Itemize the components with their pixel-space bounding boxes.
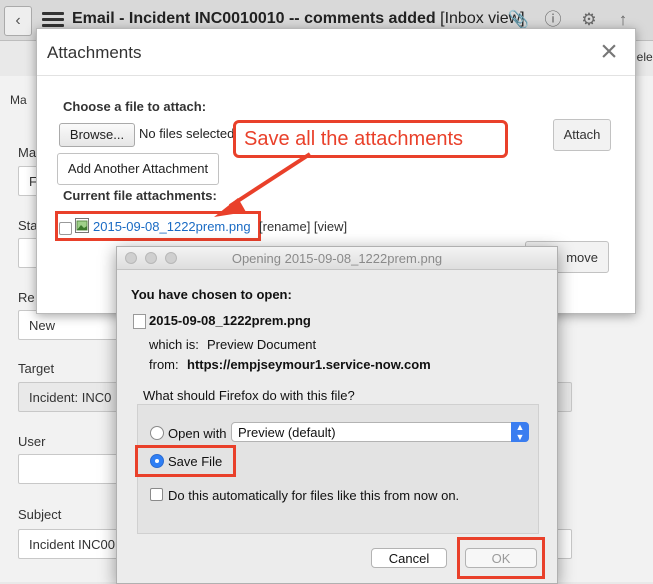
which-is-value: Preview Document bbox=[207, 337, 317, 352]
field-input-user[interactable] bbox=[18, 454, 118, 484]
open-with-label: Open with bbox=[168, 426, 227, 441]
field-label-subject: Subject bbox=[18, 507, 62, 522]
from-label: from: bbox=[149, 357, 179, 372]
back-button[interactable]: ‹ bbox=[4, 6, 32, 36]
no-files-text: No files selected. bbox=[139, 126, 238, 141]
browse-button[interactable]: Browse... bbox=[59, 123, 135, 147]
attachments-dialog-header: Attachments × bbox=[37, 29, 635, 76]
callout-arrow-icon bbox=[214, 152, 312, 217]
auto-checkbox[interactable] bbox=[150, 488, 163, 501]
field-label-ma: Ma bbox=[18, 145, 37, 160]
from-value: https://empjseymour1.service-now.com bbox=[187, 357, 431, 372]
select-arrows-icon[interactable]: ▲ ▼ bbox=[511, 422, 529, 442]
current-attachments-label: Current file attachments: bbox=[63, 188, 217, 203]
field-label-re: Re bbox=[18, 290, 35, 305]
document-icon bbox=[133, 314, 146, 329]
dialog-title: Opening 2015-09-08_1222prem.png bbox=[231, 251, 443, 266]
attachments-title: Attachments bbox=[47, 43, 142, 62]
page-title: Email - Incident INC0010010 -- comments … bbox=[72, 10, 525, 27]
field-input-subject[interactable]: Incident INC00 bbox=[18, 529, 118, 559]
download-file-name: 2015-09-08_1222prem.png bbox=[149, 313, 311, 328]
cancel-button[interactable]: Cancel bbox=[371, 548, 447, 568]
auto-label: Do this automatically for files like thi… bbox=[168, 488, 460, 503]
field-label-sta: Sta bbox=[18, 218, 38, 233]
image-file-icon bbox=[75, 218, 89, 233]
field-label-target: Target bbox=[18, 361, 55, 376]
attach-button[interactable]: Attach bbox=[553, 119, 611, 151]
dialog-titlebar: Opening 2015-09-08_1222prem.png bbox=[117, 247, 557, 270]
save-file-label: Save File bbox=[168, 454, 223, 469]
add-another-attachment-button[interactable]: Add Another Attachment bbox=[57, 153, 219, 185]
ok-button[interactable]: OK bbox=[465, 548, 537, 568]
open-with-select[interactable]: Preview (default) bbox=[231, 422, 529, 442]
chevron-left-icon: ‹ bbox=[15, 12, 21, 29]
open-with-radio[interactable] bbox=[150, 426, 164, 440]
file-checkbox[interactable] bbox=[59, 222, 72, 235]
choose-file-label: Choose a file to attach: bbox=[63, 99, 207, 114]
field-label-user: User bbox=[18, 434, 46, 449]
close-icon[interactable]: × bbox=[593, 37, 625, 69]
firefox-open-dialog: Opening 2015-09-08_1222prem.png You have… bbox=[116, 246, 558, 584]
chosen-to-open-label: You have chosen to open: bbox=[131, 287, 292, 302]
which-is-label: which is: bbox=[149, 337, 199, 352]
save-file-radio[interactable] bbox=[150, 454, 164, 468]
question-label: What should Firefox do with this file? bbox=[143, 388, 355, 403]
menu-icon[interactable] bbox=[42, 12, 64, 28]
field-input-target[interactable]: Incident: INC0 bbox=[18, 382, 118, 412]
tab-main[interactable]: Ma bbox=[10, 93, 27, 107]
field-input-status[interactable]: New bbox=[18, 310, 118, 340]
